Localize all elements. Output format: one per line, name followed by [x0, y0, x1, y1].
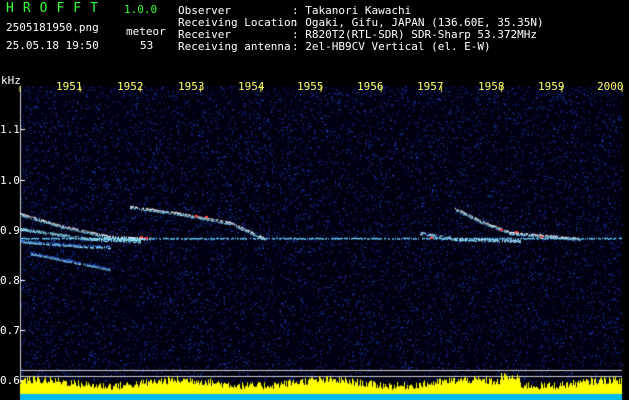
- x-tick-label: 1955: [297, 80, 324, 93]
- x-tick-label: 1956: [357, 80, 384, 93]
- x-tick-label: 1953: [178, 80, 205, 93]
- y-tick-label: 0.8: [0, 274, 20, 287]
- file-name: 2505181950.png: [6, 21, 99, 34]
- y-tick-label: 0.9: [0, 224, 20, 237]
- timestamp: 25.05.18 19:50: [6, 39, 99, 52]
- x-tick-label: 1954: [238, 80, 265, 93]
- x-tick-label: 1958: [478, 80, 505, 93]
- x-tick-label: 1952: [117, 80, 144, 93]
- app-title: HROFFT: [6, 1, 107, 16]
- y-tick-label: 0.6: [0, 374, 20, 387]
- y-tick-label: 0.7: [0, 324, 20, 337]
- x-tick-label: 2000: [597, 80, 624, 93]
- antenna-value: : 2el-HB9CV Vertical (el. E-W): [292, 40, 491, 53]
- meteor-label: meteor: [126, 25, 166, 38]
- y-tick-label: 1.1: [0, 123, 20, 136]
- meteor-count: 53: [140, 39, 154, 52]
- x-tick-label: 1959: [538, 80, 565, 93]
- antenna-key: Receiving antenna: [178, 40, 291, 53]
- spectrogram-canvas: [0, 0, 629, 400]
- x-tick-label: 1957: [417, 80, 444, 93]
- y-tick-label: 1.0: [0, 174, 20, 187]
- x-tick-label: 1951: [56, 80, 83, 93]
- app-version: 1.0.0: [124, 3, 158, 16]
- unit-label: kHz: [1, 74, 21, 87]
